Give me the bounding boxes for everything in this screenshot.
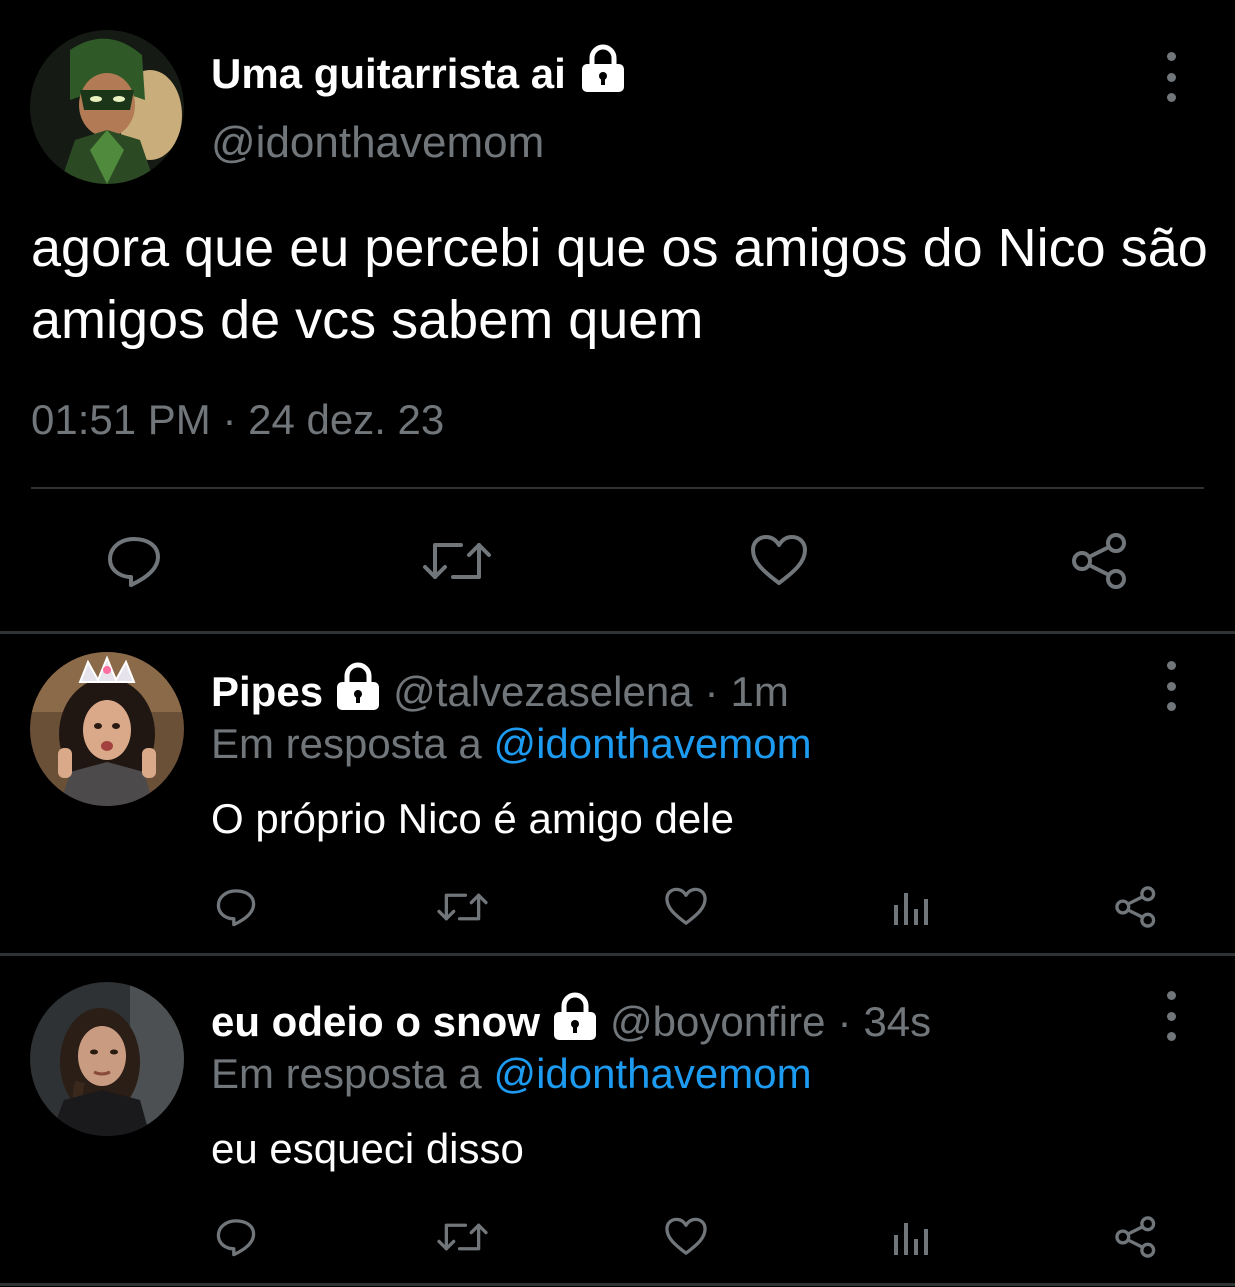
lock-icon: [552, 992, 598, 1052]
divider: [0, 1283, 1235, 1286]
lock-icon: [580, 44, 626, 104]
retweet-icon[interactable]: [436, 1215, 489, 1259]
replying-to: Em resposta a @idonthavemom: [211, 720, 812, 768]
avatar[interactable]: [30, 30, 184, 184]
separator-dot: ·: [837, 998, 852, 1045]
replying-to-label: Em resposta a: [211, 1050, 482, 1097]
reply-text: O próprio Nico é amigo dele: [211, 795, 734, 842]
reply-text: eu esqueci disso: [211, 1125, 524, 1172]
reply-icon[interactable]: [104, 531, 164, 591]
reply-icon[interactable]: [214, 1215, 258, 1259]
mention-link[interactable]: @idonthavemom: [493, 1050, 811, 1097]
reply-time[interactable]: 34s: [863, 998, 931, 1046]
display-name[interactable]: Pipes: [211, 668, 323, 716]
avatar[interactable]: [30, 982, 184, 1136]
display-name: Uma guitarrista ai: [211, 50, 566, 97]
like-icon[interactable]: [664, 885, 708, 929]
retweet-icon[interactable]: [421, 531, 493, 591]
tweet-timestamp[interactable]: 01:51 PM · 24 dez. 23: [31, 396, 444, 444]
more-options-icon[interactable]: [1161, 991, 1181, 1041]
author-handle[interactable]: @idonthavemom: [211, 118, 544, 168]
reply-icon[interactable]: [214, 885, 258, 929]
more-options-icon[interactable]: [1161, 52, 1181, 102]
display-name[interactable]: eu odeio o snow: [211, 998, 540, 1046]
author-name[interactable]: Uma guitarrista ai: [211, 44, 626, 104]
author-handle[interactable]: @talvezaselena: [393, 668, 692, 716]
divider: [0, 631, 1235, 634]
like-icon[interactable]: [749, 531, 809, 591]
mention-link[interactable]: @idonthavemom: [493, 720, 811, 767]
share-icon[interactable]: [1114, 885, 1158, 929]
divider: [31, 487, 1204, 489]
divider: [0, 953, 1235, 956]
share-icon[interactable]: [1070, 531, 1130, 591]
views-icon[interactable]: [890, 885, 934, 929]
separator-dot: ·: [704, 668, 719, 715]
author-handle[interactable]: @boyonfire: [610, 998, 825, 1046]
views-icon[interactable]: [890, 1215, 934, 1259]
reply-header: Pipes @talvezaselena · 1m: [211, 662, 789, 722]
reply-header: eu odeio o snow @boyonfire · 34s: [211, 992, 931, 1052]
more-options-icon[interactable]: [1161, 661, 1181, 711]
like-icon[interactable]: [664, 1215, 708, 1259]
replying-to: Em resposta a @idonthavemom: [211, 1050, 812, 1098]
replying-to-label: Em resposta a: [211, 720, 482, 767]
tweet-text: agora que eu percebi que os amigos do Ni…: [31, 218, 1208, 350]
reply-time[interactable]: 1m: [731, 668, 789, 716]
avatar[interactable]: [30, 652, 184, 806]
lock-icon: [335, 662, 381, 722]
share-icon[interactable]: [1114, 1215, 1158, 1259]
retweet-icon[interactable]: [436, 885, 489, 929]
